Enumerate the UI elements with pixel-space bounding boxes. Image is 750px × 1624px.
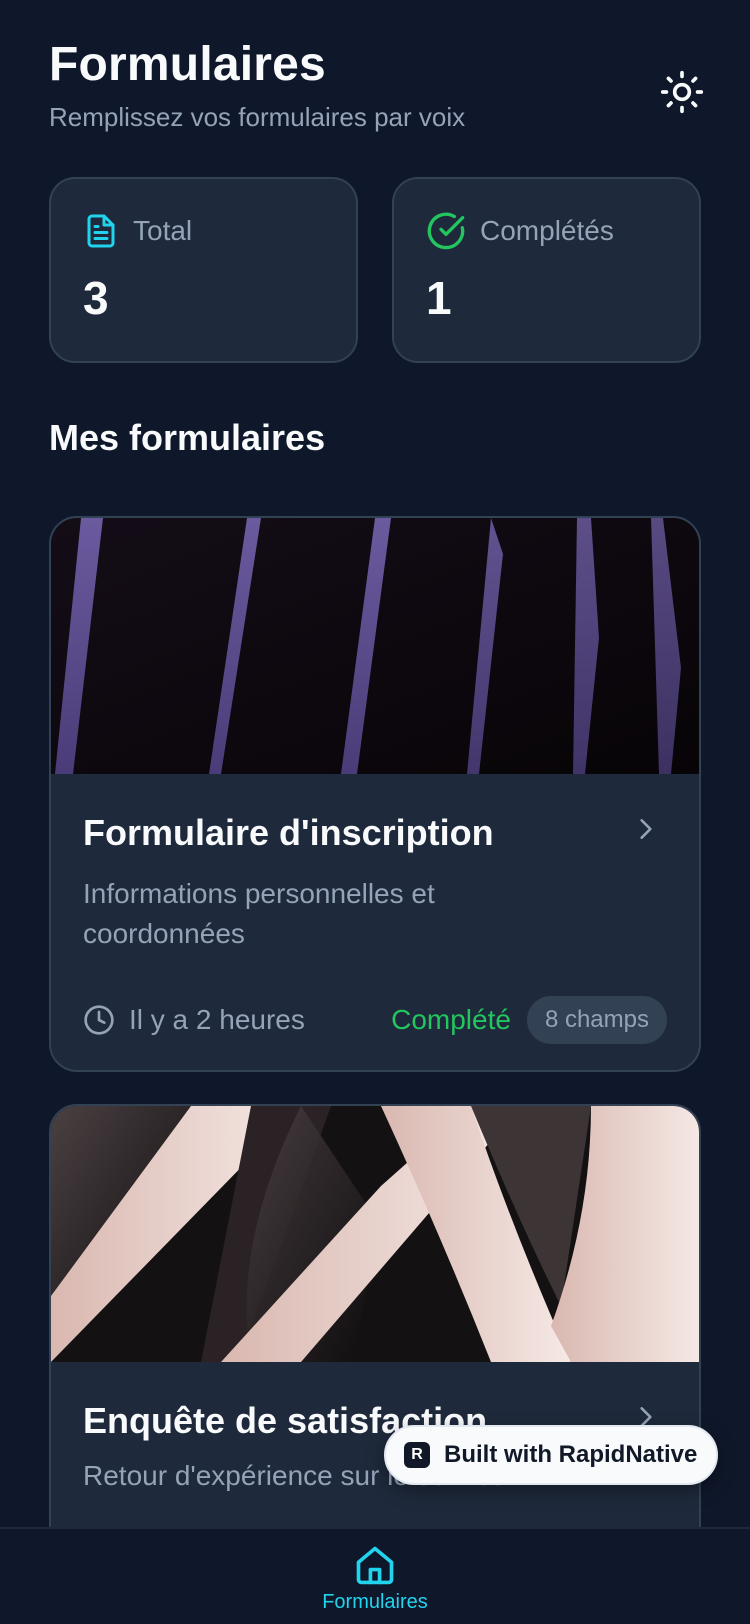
stats-row: Total 3 Complétés 1 [49, 177, 701, 363]
stat-card-completed: Complétés 1 [392, 177, 701, 363]
home-icon [356, 1546, 394, 1585]
stat-label: Total [133, 215, 193, 246]
theme-toggle-button[interactable] [654, 64, 710, 120]
document-icon [87, 214, 115, 248]
fields-count-badge: 8 champs [526, 996, 667, 1044]
badge-text: Built with RapidNative [444, 1441, 698, 1468]
stat-value: 1 [426, 272, 452, 324]
form-card[interactable]: Formulaire d'inscription Informations pe… [49, 516, 701, 1072]
stat-label: Complétés [480, 215, 614, 246]
bottom-nav: Formulaires [0, 1527, 750, 1624]
form-card-image [51, 1106, 699, 1362]
stat-card-total: Total 3 [49, 177, 358, 363]
page-subtitle: Remplissez vos formulaires par voix [49, 102, 466, 132]
check-circle-icon [427, 212, 465, 250]
form-card-image [51, 518, 699, 774]
clock-icon [84, 1005, 114, 1035]
form-time: Il y a 2 heures [129, 1004, 305, 1035]
page-title: Formulaires [49, 38, 326, 91]
status-badge: Complété [391, 1004, 511, 1035]
rapidnative-logo-icon: R [404, 1442, 430, 1468]
nav-label: Formulaires [322, 1591, 428, 1613]
form-description: Informations personnelles et coordonnées [83, 878, 435, 949]
stat-value: 3 [83, 272, 109, 324]
form-footer: Il y a 2 heures Complété 8 champs [83, 996, 667, 1044]
section-title: Mes formulaires [49, 417, 326, 458]
nav-item-formulaires[interactable]: Formulaires [322, 1543, 428, 1614]
chevron-right-icon [640, 819, 652, 839]
form-title: Formulaire d'inscription [83, 812, 494, 853]
sun-icon [660, 70, 704, 114]
header: Formulaires Remplissez vos formulaires p… [49, 36, 710, 133]
built-with-badge[interactable]: R Built with RapidNative [384, 1425, 718, 1485]
